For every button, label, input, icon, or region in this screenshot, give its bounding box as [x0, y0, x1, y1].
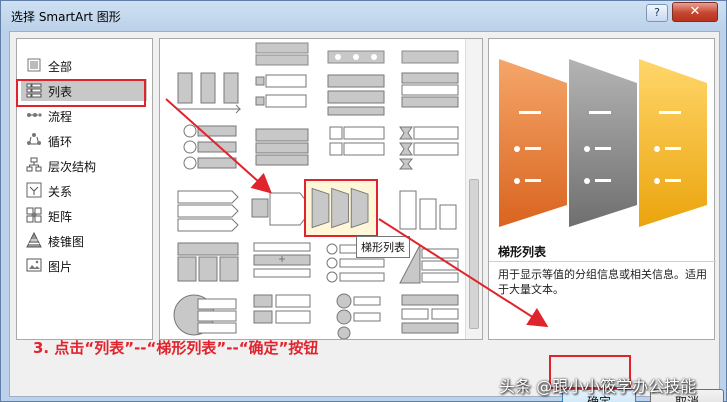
cycle-icon	[27, 133, 41, 145]
category-highlight-box	[16, 79, 146, 107]
category-picture[interactable]: 图片	[21, 254, 147, 276]
category-process[interactable]: 流程	[21, 104, 147, 126]
category-hierarchy[interactable]: 层次结构	[21, 154, 147, 176]
trapezoid-gray	[569, 59, 637, 227]
preview-divider	[489, 261, 716, 262]
category-all[interactable]: 全部	[21, 54, 147, 76]
layout-thumbnail[interactable]	[320, 291, 392, 339]
help-button[interactable]: ?	[646, 4, 668, 22]
preview-title: 梯形列表	[498, 245, 547, 259]
dialog-window: 选择 SmartArt 图形 ? ✕ 全部 列表 流程 循环 层次结构 关系 矩…	[0, 0, 727, 402]
layout-thumbnail[interactable]	[246, 123, 318, 171]
layout-thumbnail[interactable]	[394, 123, 466, 171]
category-label: 流程	[48, 110, 73, 124]
trapezoid-list-preview	[499, 59, 707, 227]
layout-thumbnail[interactable]	[172, 239, 244, 287]
layout-thumbnail[interactable]	[246, 39, 318, 69]
all-icon	[27, 58, 41, 72]
layout-thumbnail[interactable]	[246, 291, 318, 339]
trapezoid-gold	[639, 59, 707, 227]
gallery-scrollbar[interactable]	[465, 39, 482, 339]
category-relationship[interactable]: 关系	[21, 179, 147, 201]
dialog-title: 选择 SmartArt 图形	[11, 10, 121, 24]
title-bar: 选择 SmartArt 图形 ? ✕	[1, 1, 727, 31]
category-label: 循环	[48, 135, 73, 149]
layout-tooltip: 梯形列表	[356, 236, 410, 258]
picture-icon	[26, 258, 42, 272]
category-label: 图片	[48, 260, 73, 274]
process-icon	[27, 113, 42, 117]
category-label: 层次结构	[48, 160, 97, 174]
layout-thumbnail[interactable]	[394, 69, 466, 117]
pyramid-icon	[26, 232, 42, 248]
category-cycle[interactable]: 循环	[21, 129, 147, 151]
layout-thumbnail[interactable]	[320, 69, 392, 117]
trapezoid-list-thumbnail	[311, 187, 369, 229]
preview-description: 用于显示等值的分组信息或相关信息。适用于大量文本。	[498, 268, 707, 296]
layout-thumbnail[interactable]	[320, 123, 392, 171]
preview-pane: 梯形列表 用于显示等值的分组信息或相关信息。适用于大量文本。	[488, 38, 716, 340]
category-label: 全部	[48, 60, 73, 74]
trapezoid-orange	[499, 59, 567, 227]
layout-thumbnail[interactable]	[172, 123, 244, 171]
layout-thumbnail[interactable]	[394, 185, 466, 233]
instruction-annotation: 3. 点击“列表”--“梯形列表”--“确定”按钮	[33, 339, 319, 357]
layout-thumbnail[interactable]	[172, 69, 244, 117]
matrix-icon	[26, 207, 42, 223]
layout-thumbnail[interactable]	[246, 239, 318, 287]
category-label: 矩阵	[48, 210, 73, 224]
category-label: 关系	[48, 185, 73, 199]
layout-thumbnail[interactable]	[394, 291, 466, 339]
category-label: 棱锥图	[48, 235, 85, 249]
layout-thumbnail[interactable]	[172, 185, 244, 233]
relationship-icon	[26, 182, 42, 198]
hierarchy-icon	[26, 157, 42, 172]
layout-thumbnail[interactable]	[320, 39, 392, 69]
layout-thumbnail[interactable]	[394, 39, 466, 69]
layout-thumbnail[interactable]	[172, 291, 244, 339]
category-pyramid[interactable]: 棱锥图	[21, 229, 147, 251]
close-button[interactable]: ✕	[672, 2, 718, 22]
watermark: 头条 @跟小小筱学办公技能	[499, 377, 697, 396]
category-matrix[interactable]: 矩阵	[21, 204, 147, 226]
selected-layout-trapezoid-list[interactable]	[304, 179, 378, 237]
scrollbar-thumb[interactable]	[469, 179, 479, 329]
layout-thumbnail[interactable]	[246, 69, 318, 117]
